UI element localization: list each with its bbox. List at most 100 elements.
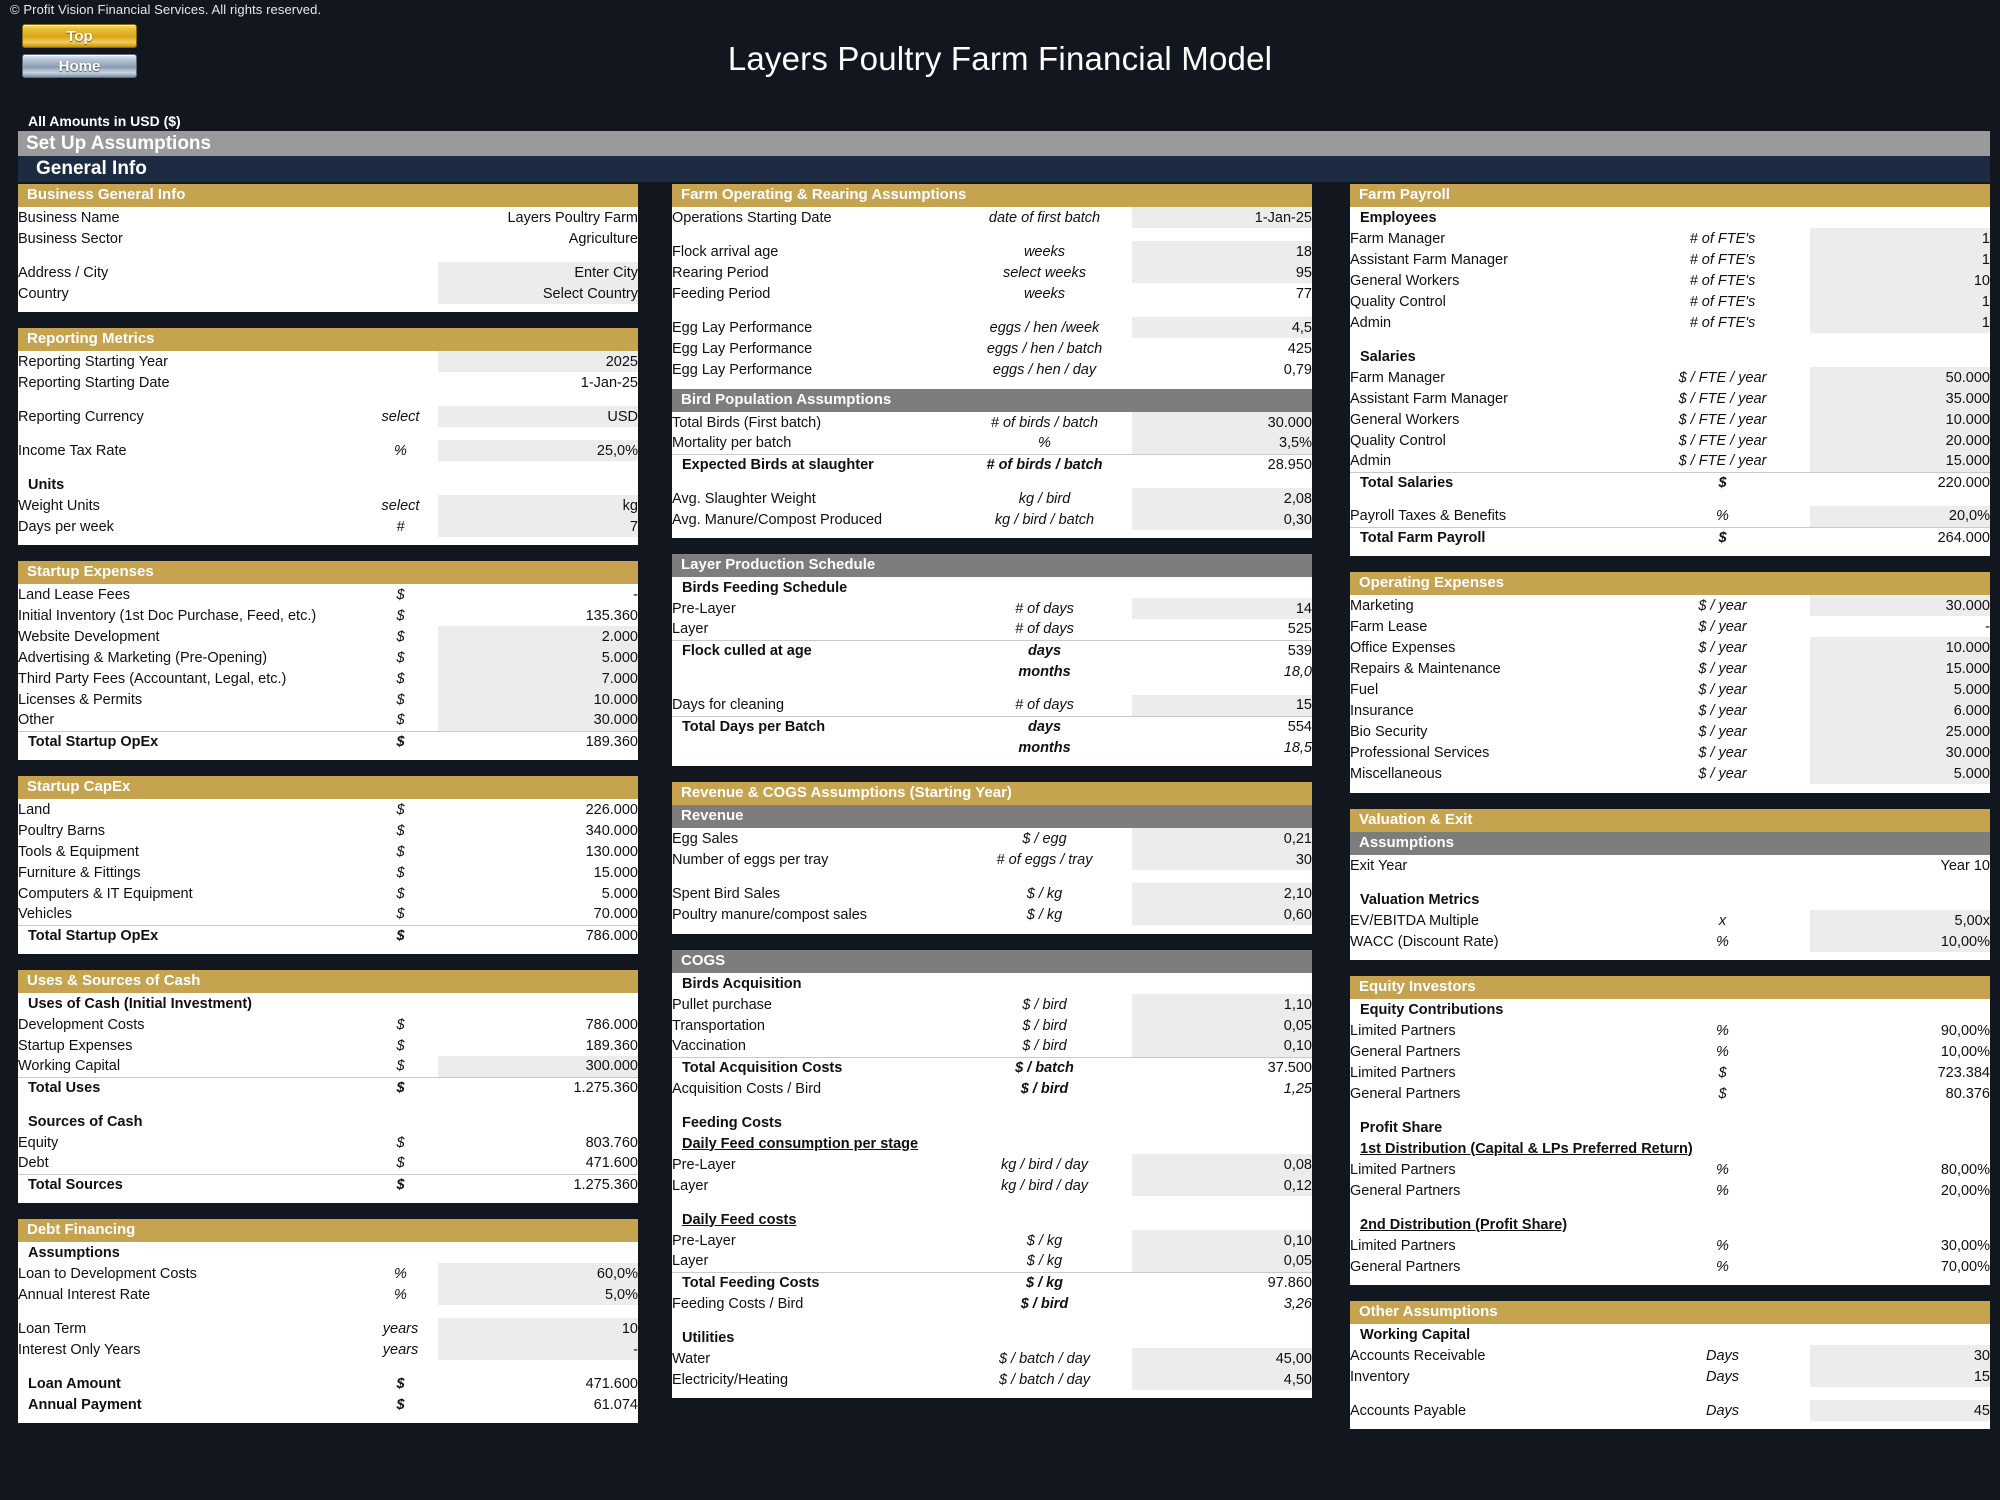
row-value-input[interactable]: 1 (1810, 228, 1990, 249)
row-value: 90,00% (1810, 1020, 1990, 1041)
row-value-input[interactable]: 60,0% (438, 1263, 638, 1284)
row-value-input[interactable]: 0,60 (1132, 904, 1312, 925)
section-bar-general-info: General Info (18, 156, 1990, 182)
row-value-input[interactable]: 30.000 (1810, 742, 1990, 763)
row-value-input[interactable]: 15.000 (1810, 451, 1990, 472)
row-value-input[interactable]: 5,0% (438, 1284, 638, 1305)
row-value-input[interactable]: 15 (1132, 695, 1312, 716)
row-value-input[interactable]: 30 (1132, 849, 1312, 870)
row-value-input[interactable]: 20,0% (1810, 506, 1990, 527)
panel-bottom-pad (672, 530, 1312, 538)
row-value-input[interactable]: 6.000 (1810, 700, 1990, 721)
row-unit: $ / bird (1020, 1080, 1069, 1097)
row-value-input[interactable]: 1 (1810, 291, 1990, 312)
table-row: Furniture & Fittings $15.000 (18, 862, 638, 883)
row-value-input[interactable]: 30 (1810, 1345, 1990, 1366)
row-value: 554 (1132, 715, 1312, 737)
row-unit (957, 973, 1132, 994)
spacer-row (672, 1314, 1312, 1327)
row-value-input[interactable]: 4,50 (1132, 1369, 1312, 1390)
row-value-input[interactable]: 30.000 (438, 710, 638, 731)
row-value-input[interactable]: - (438, 1339, 638, 1360)
spacer-cell (672, 304, 1312, 317)
row-value-input[interactable]: 10.000 (438, 689, 638, 710)
row-value-input[interactable]: 2,08 (1132, 488, 1312, 509)
row-value-input[interactable]: 18 (1132, 241, 1312, 262)
income-tax-rate-input[interactable]: 25,0% (438, 440, 638, 461)
row-value-input[interactable]: 10,00% (1810, 931, 1990, 952)
row-value-input[interactable]: 14 (1132, 598, 1312, 619)
row-value-input[interactable]: 30.000 (1132, 412, 1312, 433)
country-select[interactable]: Select Country (438, 283, 638, 304)
row-value: 130.000 (438, 841, 638, 862)
row-value-input[interactable]: 0,08 (1132, 1154, 1312, 1175)
row-value-input[interactable]: 45 (1810, 1400, 1990, 1421)
subheading-label: Birds Feeding Schedule (682, 579, 848, 596)
row-value-input[interactable]: 5.000 (438, 647, 638, 668)
spacer-cell (1350, 876, 1990, 889)
table-row: Farm Lease $ / year - (1350, 616, 1990, 637)
row-value-input[interactable]: 25.000 (1810, 721, 1990, 742)
row-value-input[interactable]: 10 (1810, 270, 1990, 291)
row-value-input[interactable]: 5,00x (1810, 910, 1990, 931)
row-value-input[interactable]: 0,21 (1132, 828, 1312, 849)
row-unit: $ (396, 906, 405, 923)
subheading-row: Employees (1350, 207, 1990, 228)
row-label: Professional Services (1350, 744, 1490, 761)
panel-gap (1350, 960, 1990, 976)
row-value-input[interactable]: 1 (1810, 312, 1990, 333)
total-row: Total Acquisition Costs $ / batch 37.500 (672, 1056, 1312, 1078)
row-value-input[interactable]: 1-Jan-25 (1132, 207, 1312, 228)
row-value-input[interactable]: 35.000 (1810, 388, 1990, 409)
panel-title: Startup CapEx (18, 776, 638, 799)
row-value-input[interactable]: 7.000 (438, 668, 638, 689)
spacer-cell (1350, 493, 1990, 506)
table-row: Egg Sales $ / egg 0,21 (672, 828, 1312, 849)
page-title: Layers Poultry Farm Financial Model (727, 40, 1273, 77)
row-value-input[interactable]: 95 (1132, 262, 1312, 283)
row-value-input[interactable]: 45,00 (1132, 1348, 1312, 1369)
currency-select[interactable]: USD (438, 406, 638, 427)
row-value-input[interactable]: 0,05 (1132, 1015, 1312, 1036)
row-value-input[interactable]: 1,10 (1132, 994, 1312, 1015)
days-per-week-input[interactable]: 7 (438, 516, 638, 537)
table-row: Layer $ / kg 0,05 (672, 1251, 1312, 1272)
row-value-input[interactable]: 5.000 (1810, 679, 1990, 700)
row-value-input[interactable]: 15.000 (1810, 658, 1990, 679)
row-value-input[interactable]: 50.000 (1810, 367, 1990, 388)
row-value-input[interactable]: 4,5 (1132, 317, 1312, 338)
row-value-input[interactable]: 0,30 (1132, 509, 1312, 530)
reporting-year-input[interactable]: 2025 (438, 351, 638, 372)
row-unit: weeks (1023, 243, 1066, 260)
row-label: Working Capital (18, 1058, 121, 1075)
row-unit: $ / year (1698, 618, 1747, 635)
row-value-input[interactable]: 10.000 (1810, 409, 1990, 430)
row-value-input[interactable]: 5.000 (1810, 763, 1990, 784)
row-value-input[interactable]: 30.000 (1810, 595, 1990, 616)
row-label: Vaccination (672, 1038, 746, 1055)
address-city-input[interactable]: Enter City (438, 262, 638, 283)
row-value-input[interactable]: 0,12 (1132, 1175, 1312, 1196)
spacer-cell (672, 870, 1312, 883)
row-value-input[interactable]: 0,10 (1132, 1036, 1312, 1057)
row-value-input[interactable]: 3,5% (1132, 433, 1312, 454)
spacer-row (1350, 493, 1990, 506)
panel-bottom-pad (18, 537, 638, 545)
row-value-input[interactable]: 10 (438, 1318, 638, 1339)
row-value-input[interactable]: 20.000 (1810, 430, 1990, 451)
row-unit: days (957, 715, 1132, 737)
row-unit (1635, 1324, 1810, 1345)
table-row: Water $ / batch / day 45,00 (672, 1348, 1312, 1369)
row-value-input[interactable]: 10.000 (1810, 637, 1990, 658)
row-value-input[interactable]: 300.000 (438, 1056, 638, 1077)
row-value-input[interactable]: 15 (1810, 1366, 1990, 1387)
row-label: Interest Only Years (18, 1341, 141, 1358)
row-label: Other (18, 712, 55, 729)
weight-units-select[interactable]: kg (438, 495, 638, 516)
row-value-input[interactable]: 2.000 (438, 626, 638, 647)
row-value-input[interactable]: 0,05 (1132, 1251, 1312, 1272)
row-value-input[interactable]: 2,10 (1132, 883, 1312, 904)
row-value-input[interactable]: 0,10 (1132, 1230, 1312, 1251)
row-value-input[interactable]: 1 (1810, 249, 1990, 270)
row-label: Acquisition Costs / Bird (672, 1080, 822, 1097)
